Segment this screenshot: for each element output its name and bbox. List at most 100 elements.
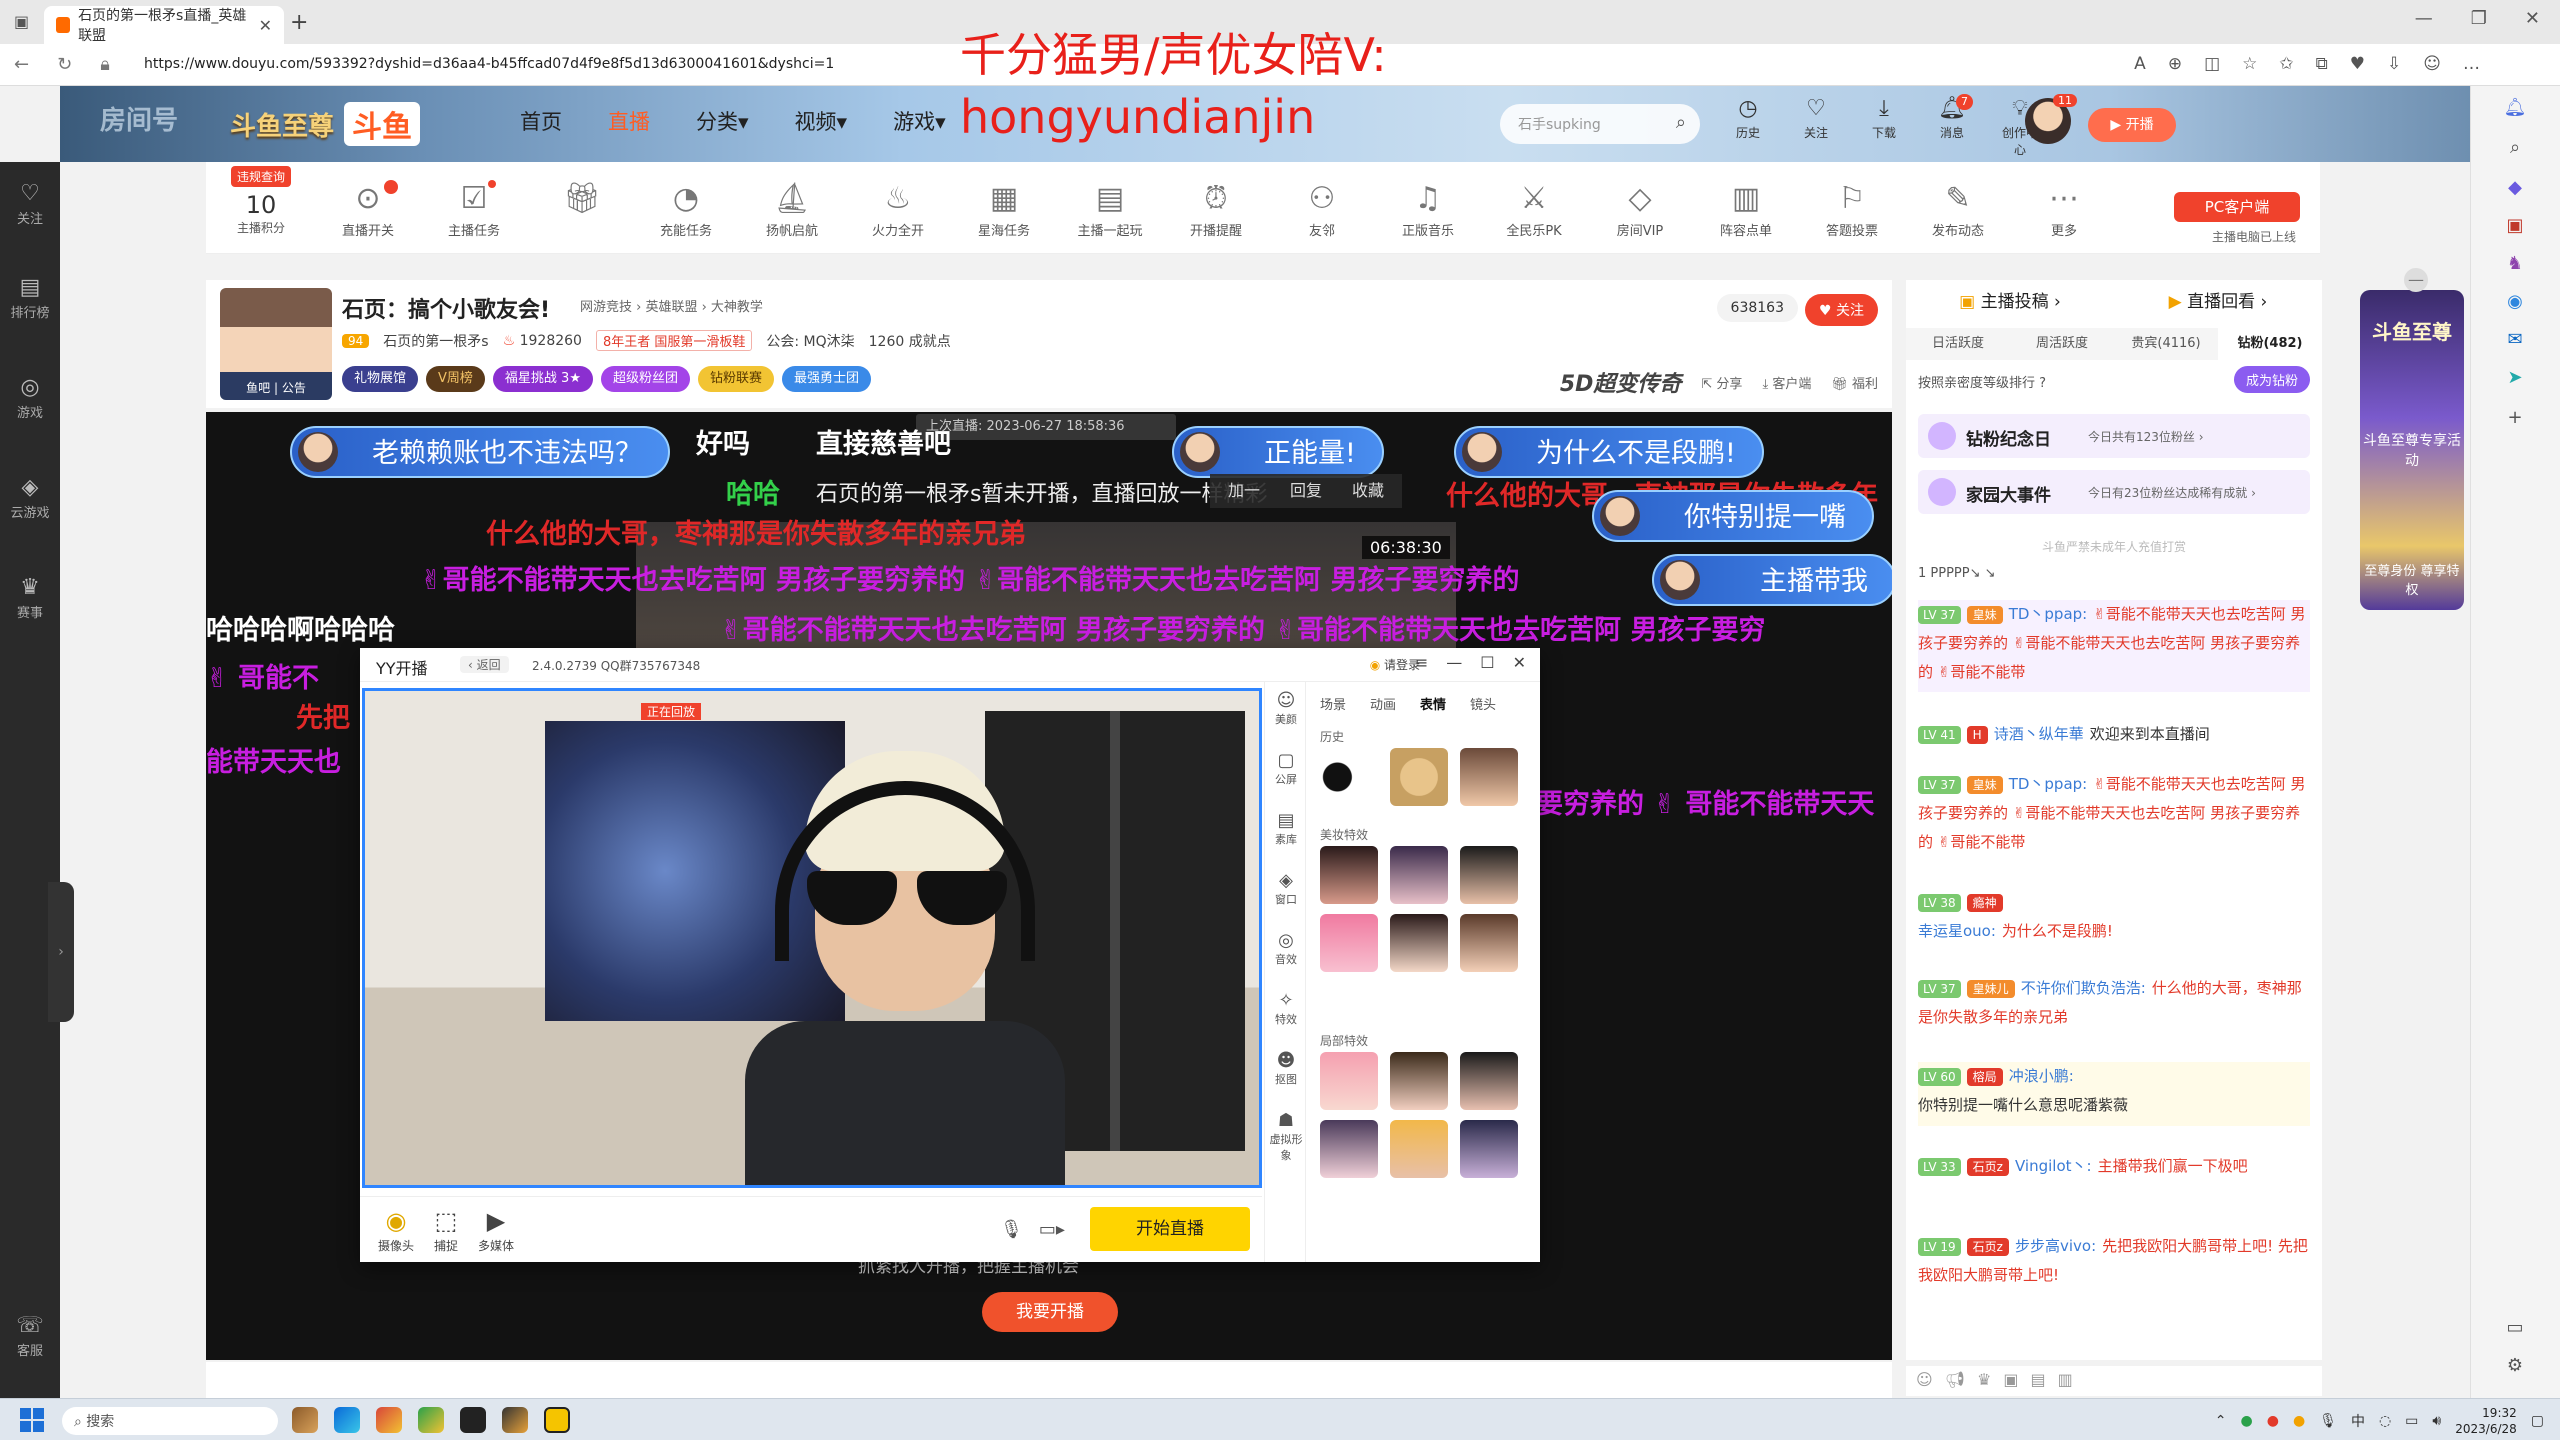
taskbar-app-game[interactable] <box>292 1407 318 1433</box>
yy-tab-scene[interactable]: 场景 <box>1320 694 1346 713</box>
tools-icon[interactable]: ▥ <box>2058 1370 2073 1392</box>
taskbar-search[interactable]: ⌕ 搜索 <box>62 1407 278 1435</box>
guild-label[interactable]: 公会: MQ沐柒 <box>766 331 854 351</box>
tool-charge-task[interactable]: ◔ 充能任务 <box>646 178 726 239</box>
medal-icon[interactable]: ♛ <box>1977 1370 1991 1392</box>
layout-icon[interactable]: ▭ <box>2503 1316 2527 1340</box>
yy-side-library[interactable]: ▤ 素库 <box>1265 810 1307 847</box>
welfare-button[interactable]: 🎁︎ 福利 <box>1831 373 1878 392</box>
tray-app-icon[interactable]: ● <box>2293 1413 2305 1429</box>
user-avatar[interactable]: 11 <box>2025 94 2077 144</box>
yy-tab-lens[interactable]: 镜头 <box>1470 694 1496 713</box>
close-window-button[interactable]: ✕ <box>2525 8 2540 29</box>
effect-cat-thumb[interactable] <box>1390 748 1448 806</box>
start-broadcast-button[interactable]: 我要开播 <box>982 1292 1118 1332</box>
replay-link[interactable]: ▶ 直播回看 › <box>2114 280 2322 324</box>
home-events-card[interactable]: 家园大事件 今日有23位粉丝达成稀有成就 › <box>1918 470 2310 514</box>
lock-icon[interactable]: 🔒︎ <box>100 54 110 75</box>
badge-diamond-league[interactable]: 钻粉联赛 <box>698 366 775 392</box>
outlook-icon[interactable]: ✉ <box>2503 328 2527 352</box>
local-effect-thumb[interactable] <box>1460 1120 1518 1178</box>
honor-tag[interactable]: 8年王者 国服第一滑板鞋 <box>595 330 753 351</box>
username[interactable]: 步步高vivo: <box>2015 1237 2096 1255</box>
streamer-name[interactable]: 石页的第一根矛s <box>383 331 488 351</box>
douyu-logo[interactable]: 斗鱼至尊 斗鱼 <box>230 98 421 150</box>
tool-lineup[interactable]: ▥ 阵容点单 <box>1706 178 1786 239</box>
megaphone-icon[interactable]: 📢︎ <box>1945 1370 1965 1392</box>
sidebar-item-follow[interactable]: ♡ 关注 <box>0 180 60 227</box>
badge-lucky-challenge[interactable]: 福星挑战 3★ <box>492 366 593 392</box>
tab-daily-active[interactable]: 日活跃度 <box>1906 328 2010 360</box>
tool-room-vip[interactable]: ◇ 房间VIP <box>1600 178 1680 239</box>
yy-side-avatar[interactable]: ☗ 虚拟形象 <box>1265 1110 1307 1163</box>
history-button[interactable]: ◷ 历史 <box>1725 94 1771 158</box>
badge-gift-gallery[interactable]: 礼物展馆 <box>342 366 419 392</box>
streamer-avatar[interactable]: 鱼吧 | 公告 <box>220 288 332 400</box>
local-effect-thumb[interactable] <box>1320 1120 1378 1178</box>
maximize-button[interactable]: ❐ <box>2471 8 2487 29</box>
tab-close-icon[interactable]: ✕ <box>259 16 272 35</box>
yy-camera-preview[interactable]: 正在回放 <box>362 688 1262 1188</box>
volume-icon[interactable]: 🔊︎ <box>2432 1413 2441 1429</box>
chat-message[interactable]: LV 37 皇妹儿 不许你们欺负浩浩: 什么他的大哥，枣神那是你失散多年的亲兄弟 <box>1918 974 2310 1032</box>
yy-side-effects[interactable]: ✧ 特效 <box>1265 990 1307 1027</box>
favorites-icon[interactable]: ✩ <box>2279 54 2293 74</box>
username[interactable]: TD丶ppap: <box>2009 775 2088 793</box>
yy-side-chat[interactable]: ▢ 公屏 <box>1265 750 1307 787</box>
yy-side-matting[interactable]: ☻ 抠图 <box>1265 1050 1307 1087</box>
go-live-button[interactable]: ▶ 开播 <box>2088 108 2176 142</box>
more-icon[interactable]: … <box>2463 54 2480 74</box>
tool-pk[interactable]: ⚔ 全民乐PK <box>1494 178 1574 239</box>
yy-close-icon[interactable]: ✕ <box>1513 653 1526 672</box>
sidebar-expand-handle[interactable]: › <box>48 882 74 1022</box>
yy-minimize-icon[interactable]: — <box>1446 653 1462 672</box>
chat-message[interactable]: LV 60 榕局 冲浪小鹏: 你特别提一嘴什么意思呢潘紫薇 <box>1918 1062 2310 1126</box>
search-icon[interactable]: ⌕ <box>1676 112 1686 133</box>
chat-message[interactable]: LV 19 石页z 步步高vivo: 先把我欧阳大鹏哥带上吧! 先把我欧阳大鹏哥带上吧… <box>1918 1232 2310 1290</box>
clock[interactable]: 19:32 2023/6/28 <box>2455 1405 2517 1437</box>
search-input[interactable]: 石手supking ⌕ <box>1500 104 1700 144</box>
tool-gift[interactable]: 🎁︎ <box>542 178 622 220</box>
makeup-thumb[interactable] <box>1460 914 1518 972</box>
tool-anchor-task[interactable]: ☑ 主播任务 <box>434 178 514 239</box>
tray-expand-icon[interactable]: ⌃ <box>2215 1413 2227 1429</box>
local-effect-thumb[interactable] <box>1460 1052 1518 1110</box>
microphone-icon[interactable]: 🎙︎ <box>2319 1413 2337 1429</box>
yy-back-button[interactable]: ‹ 返回 <box>460 656 509 673</box>
client-button[interactable]: ⤓ 客户端 <box>1762 373 1811 392</box>
ctx-plus-one[interactable]: 加一 <box>1228 474 1260 508</box>
tool-post[interactable]: ✎ 发布动态 <box>1918 178 1998 239</box>
tool-neighbors[interactable]: ⚇ 友邻 <box>1282 178 1362 239</box>
minimize-button[interactable]: — <box>2415 8 2433 29</box>
makeup-thumb[interactable] <box>1460 846 1518 904</box>
badge-super-fans[interactable]: 超级粉丝团 <box>600 366 690 392</box>
tag-icon[interactable]: ◆ <box>2503 176 2527 200</box>
ctx-reply[interactable]: 回复 <box>1290 474 1322 508</box>
local-effect-thumb[interactable] <box>1320 1052 1378 1110</box>
chat-message[interactable]: LV 41 H 诗酒丶纵年華 欢迎来到本直播间 <box>1918 720 2310 749</box>
sidebar-item-cloud-games[interactable]: ◈ 云游戏 <box>0 474 60 521</box>
chat-message[interactable]: LV 33 石页z Vingilot丶: 主播带我们赢一下极吧 <box>1918 1152 2310 1181</box>
start-button[interactable] <box>20 1408 44 1432</box>
yy-tab-animation[interactable]: 动画 <box>1370 694 1396 713</box>
effect-face-thumb[interactable] <box>1460 748 1518 806</box>
taskbar-app-yy[interactable] <box>544 1407 570 1433</box>
favorite-star-icon[interactable]: ☆ <box>2242 54 2257 74</box>
messages-button[interactable]: 🔔︎ 7 消息 <box>1929 94 1975 158</box>
gift-icon[interactable]: ▤ <box>2030 1370 2045 1392</box>
become-diamond-fan-button[interactable]: 成为钻粉 <box>2233 366 2310 393</box>
tool-star-sea[interactable]: ▦ 星海任务 <box>964 178 1044 239</box>
local-effect-thumb[interactable] <box>1390 1120 1448 1178</box>
refresh-icon[interactable]: ↻ <box>57 54 72 75</box>
avatar-caption[interactable]: 鱼吧 | 公告 <box>220 379 332 396</box>
diamond-anniversary-card[interactable]: 钻粉纪念日 今日共有123位粉丝 › <box>1918 414 2310 458</box>
read-aloud-icon[interactable]: A <box>2134 54 2146 74</box>
taskbar-app-chrome[interactable] <box>418 1407 444 1433</box>
sidebar-item-events[interactable]: ♛ 赛事 <box>0 574 60 621</box>
tray-app-icon[interactable]: ● <box>2241 1413 2253 1429</box>
sidebar-item-games[interactable]: ◎ 游戏 <box>0 374 60 421</box>
makeup-thumb[interactable] <box>1390 914 1448 972</box>
nav-live[interactable]: 直播 <box>608 106 650 136</box>
local-effect-thumb[interactable] <box>1390 1052 1448 1110</box>
username[interactable]: 冲浪小鹏: <box>2009 1067 2074 1085</box>
